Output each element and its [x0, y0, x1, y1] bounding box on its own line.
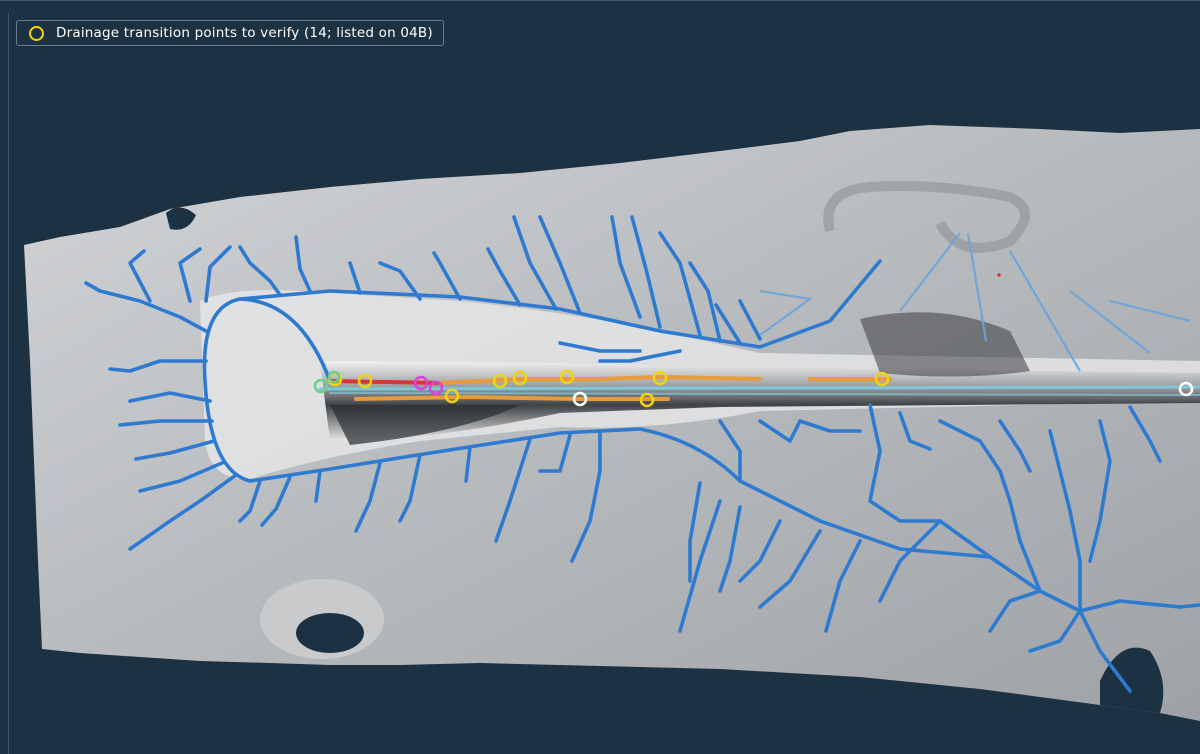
red-dot: [997, 273, 1001, 277]
corridor-orange-line: [354, 394, 670, 401]
legend: Drainage transition points to verify (14…: [16, 20, 444, 46]
corridor-red-line: [328, 379, 442, 385]
legend-label: Drainage transition points to verify (14…: [56, 25, 433, 41]
terrain-crater-hole: [296, 613, 364, 653]
terrain-map[interactable]: [0, 1, 1200, 754]
yellow-ring-icon: [29, 25, 44, 41]
map-frame: Drainage transition points to verify (14…: [0, 0, 1200, 754]
